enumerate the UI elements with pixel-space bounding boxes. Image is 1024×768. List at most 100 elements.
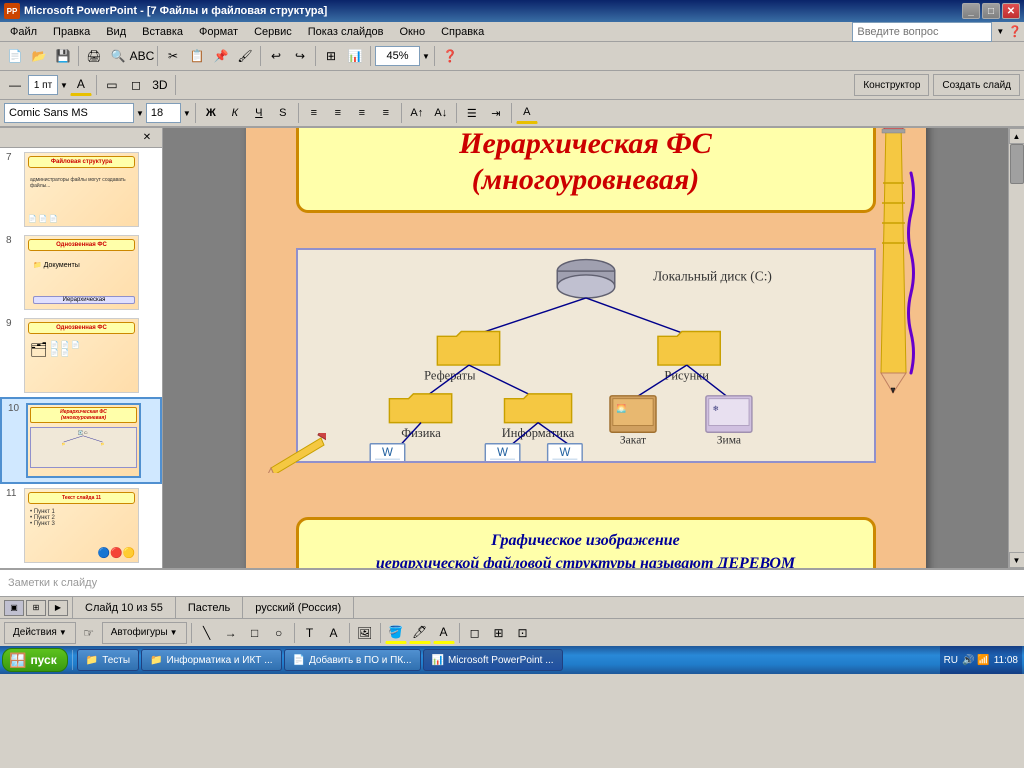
open-button[interactable]: 📂: [28, 45, 50, 67]
select-button[interactable]: ☞: [78, 622, 100, 644]
group-tool[interactable]: ⊡: [512, 622, 534, 644]
constructor-button[interactable]: Конструктор: [854, 74, 929, 96]
decrease-font-button[interactable]: A↓: [430, 102, 452, 124]
insert-chart-button[interactable]: 📊: [344, 45, 366, 67]
menu-window[interactable]: Окно: [392, 24, 434, 40]
redo-button[interactable]: ↪: [289, 45, 311, 67]
paste-button[interactable]: 📌: [210, 45, 232, 67]
svg-text:W: W: [382, 447, 393, 459]
title-bar-left: PP Microsoft PowerPoint - [7 Файлы и фай…: [4, 3, 327, 19]
window-controls[interactable]: _ □ ✕: [962, 3, 1020, 19]
undo-button[interactable]: ↩: [265, 45, 287, 67]
line-color-tool[interactable]: 🖊: [409, 622, 431, 644]
slide-thumb-7[interactable]: 7 Файловая структура администраторы файл…: [0, 148, 162, 231]
line-color-btn[interactable]: A: [70, 74, 92, 96]
rect-tool[interactable]: □: [244, 622, 266, 644]
maximize-button[interactable]: □: [982, 3, 1000, 19]
indent-button[interactable]: ⇥: [485, 102, 507, 124]
format-painter[interactable]: 🖌: [234, 45, 256, 67]
insert-table-button[interactable]: ⊞: [320, 45, 342, 67]
3d-btn[interactable]: 3D: [149, 74, 171, 96]
cut-button[interactable]: ✂: [162, 45, 184, 67]
close-button[interactable]: ✕: [1002, 3, 1020, 19]
autoshapes-button[interactable]: Автофигуры ▼: [102, 622, 187, 644]
size-dropdown-arrow[interactable]: ▼: [183, 109, 191, 118]
font-selector[interactable]: [4, 103, 134, 123]
textbox-tool[interactable]: T: [299, 622, 321, 644]
bold-button[interactable]: Ж: [200, 102, 222, 124]
slide-thumb-10[interactable]: 10 Иерархическая ФС(многоуровневая) 💽 C:…: [0, 397, 162, 484]
scroll-thumb[interactable]: [1010, 144, 1024, 184]
ellipse-tool[interactable]: ○: [268, 622, 290, 644]
copy-button[interactable]: 📋: [186, 45, 208, 67]
svg-text:💽 C:: 💽 C:: [78, 430, 88, 435]
slide-sorter-btn[interactable]: ⊞: [26, 600, 46, 616]
help-button[interactable]: ❓: [1008, 25, 1022, 38]
font-size-input[interactable]: [146, 103, 181, 123]
menu-service[interactable]: Сервис: [246, 24, 300, 40]
start-button[interactable]: 🪟 пуск: [2, 648, 68, 672]
italic-button[interactable]: К: [224, 102, 246, 124]
actions-button[interactable]: Действия ▼: [4, 622, 76, 644]
help-search-input[interactable]: [852, 22, 992, 42]
help-icon-button[interactable]: ❓: [439, 45, 461, 67]
font-dropdown-arrow[interactable]: ▼: [136, 109, 144, 118]
zoom-input[interactable]: [375, 46, 420, 66]
slide-thumb-9[interactable]: 9 Однозвенная ФС 🗂 📄 📄 📄📄 📄: [0, 314, 162, 397]
save-button[interactable]: 💾: [52, 45, 74, 67]
menu-format[interactable]: Формат: [191, 24, 246, 40]
normal-view-btn[interactable]: ▣: [4, 600, 24, 616]
taskbar-btn-informatika[interactable]: 📁 Информатика и ИКТ ...: [141, 649, 281, 671]
clipart-tool[interactable]: 🖼: [354, 622, 376, 644]
create-slide-button[interactable]: Создать слайд: [933, 74, 1020, 96]
slide-thumb-11[interactable]: 11 Текст слайда 11 • Пункт 1• Пункт 2• П…: [0, 484, 162, 567]
new-button[interactable]: 📄: [4, 45, 26, 67]
print-preview-button[interactable]: 🔍: [107, 45, 129, 67]
search-dropdown-arrow[interactable]: ▼: [996, 27, 1004, 36]
menu-edit[interactable]: Правка: [45, 24, 98, 40]
line-weight-input[interactable]: [28, 75, 58, 95]
taskbar-btn-add[interactable]: 📄 Добавить в ПО и ПК...: [284, 649, 421, 671]
shadow-btn[interactable]: ◻: [125, 74, 147, 96]
menu-slideshow[interactable]: Показ слайдов: [300, 24, 392, 40]
underline-button[interactable]: Ч: [248, 102, 270, 124]
fill-color-tool[interactable]: 🪣: [385, 622, 407, 644]
menu-view[interactable]: Вид: [98, 24, 134, 40]
arrow-tool[interactable]: →: [220, 622, 242, 644]
scroll-down-button[interactable]: ▼: [1009, 552, 1024, 568]
list-button[interactable]: ☰: [461, 102, 483, 124]
panel-close-button[interactable]: ✕: [136, 128, 158, 149]
menu-help[interactable]: Справка: [433, 24, 492, 40]
draw-sep-4: [380, 623, 381, 643]
wordart-tool[interactable]: A: [323, 622, 345, 644]
align-left-button[interactable]: ≡: [303, 102, 325, 124]
scroll-up-button[interactable]: ▲: [1009, 128, 1024, 144]
fmt-sep-1: [195, 103, 196, 123]
strikethrough-button[interactable]: S: [272, 102, 294, 124]
print-button[interactable]: 🖨: [83, 45, 105, 67]
shadow-style-tool[interactable]: ◻: [464, 622, 486, 644]
line-style-btn[interactable]: —: [4, 74, 26, 96]
line-weight-dropdown[interactable]: ▼: [60, 81, 68, 90]
scroll-track[interactable]: [1009, 144, 1024, 552]
zoom-dropdown[interactable]: ▼: [422, 52, 430, 61]
menu-insert[interactable]: Вставка: [134, 24, 191, 40]
fill-color-btn[interactable]: ▭: [101, 74, 123, 96]
font-color-tool[interactable]: A: [433, 622, 455, 644]
taskbar-btn-tests[interactable]: 📁 Тесты: [77, 649, 139, 671]
vertical-scrollbar[interactable]: ▲ ▼: [1008, 128, 1024, 568]
align-center-button[interactable]: ≡: [327, 102, 349, 124]
align-distribute-tool[interactable]: ⊞: [488, 622, 510, 644]
spell-button[interactable]: ABC: [131, 45, 153, 67]
justify-button[interactable]: ≡: [375, 102, 397, 124]
increase-font-button[interactable]: A↑: [406, 102, 428, 124]
minimize-button[interactable]: _: [962, 3, 980, 19]
slideshow-btn[interactable]: ▶: [48, 600, 68, 616]
font-color-button[interactable]: A: [516, 102, 538, 124]
taskbar-btn-ppt[interactable]: 📊 Microsoft PowerPoint ...: [423, 649, 563, 671]
slide-thumb-8[interactable]: 8 Однозвенная ФС 📁 Документы Иерархическ…: [0, 231, 162, 314]
slide-thumb-12[interactable]: 12 Текстовая страница Описание файловойс…: [0, 567, 162, 568]
menu-file[interactable]: Файл: [2, 24, 45, 40]
align-right-button[interactable]: ≡: [351, 102, 373, 124]
line-tool[interactable]: ╲: [196, 622, 218, 644]
